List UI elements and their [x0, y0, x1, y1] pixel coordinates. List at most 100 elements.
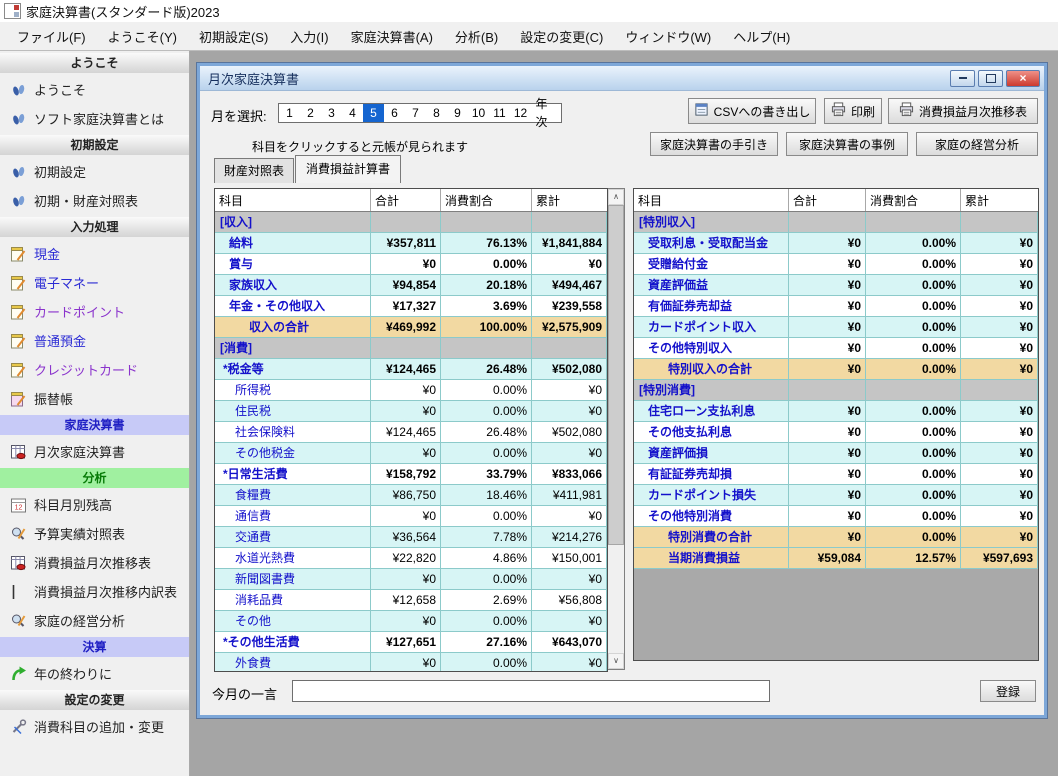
table-row[interactable]: 交通費¥36,5647.78%¥214,276	[215, 527, 607, 548]
table-row[interactable]: 住宅ローン支払利息¥00.00%¥0	[634, 401, 1038, 422]
table-row[interactable]: その他支払利息¥00.00%¥0	[634, 422, 1038, 443]
table-row[interactable]: 賞与¥00.00%¥0	[215, 254, 607, 275]
table-row[interactable]: その他特別収入¥00.00%¥0	[634, 338, 1038, 359]
table-row[interactable]: 水道光熱費¥22,8204.86%¥150,001	[215, 548, 607, 569]
sidebar: ようこそようこそソフト家庭決算書とは初期設定初期設定初期・財産対照表入力処理現金…	[0, 51, 190, 776]
menu-item-3[interactable]: 入力(I)	[279, 22, 339, 51]
table-row[interactable]: *日常生活費¥158,79233.79%¥833,066	[215, 464, 607, 485]
table-row[interactable]: 新聞図書費¥00.00%¥0	[215, 569, 607, 590]
scroll-down-icon[interactable]: ∨	[608, 653, 624, 669]
table-row[interactable]: 有証証券売却損¥00.00%¥0	[634, 464, 1038, 485]
sidebar-item-4[interactable]: 初期設定	[0, 157, 189, 186]
guide-button[interactable]: 家庭決算書の手引き	[650, 132, 778, 156]
sidebar-item-1[interactable]: ようこそ	[0, 75, 189, 104]
table-row[interactable]: 家族収入¥94,85420.18%¥494,467	[215, 275, 607, 296]
menu-item-2[interactable]: 初期設定(S)	[188, 22, 279, 51]
register-button[interactable]: 登録	[980, 680, 1036, 702]
table-row[interactable]: 住民税¥00.00%¥0	[215, 401, 607, 422]
menu-item-8[interactable]: ヘルプ(H)	[722, 22, 801, 51]
sidebar-item-19[interactable]: 消費損益月次推移内訳表	[0, 577, 189, 606]
monthly-trend-button[interactable]: 消費損益月次推移表	[888, 98, 1038, 124]
scrollbar-track[interactable]	[608, 205, 624, 653]
table-row[interactable]: 通信費¥00.00%¥0	[215, 506, 607, 527]
sidebar-item-24[interactable]: 消費科目の追加・変更	[0, 712, 189, 741]
table-row[interactable]: カードポイント収入¥00.00%¥0	[634, 317, 1038, 338]
sidebar-item-9[interactable]: カードポイント	[0, 297, 189, 326]
maximize-button[interactable]	[978, 70, 1003, 87]
sidebar-item-7[interactable]: 現金	[0, 239, 189, 268]
minimize-button[interactable]	[950, 70, 975, 87]
menu-item-1[interactable]: ようこそ(Y)	[97, 22, 188, 51]
table-row[interactable]: *税金等¥124,46526.48%¥502,080	[215, 359, 607, 380]
month-option-12[interactable]: 12	[510, 104, 531, 122]
special-income-expense-table-wrap: 科目合計消費割合累計[特別収入]受取利息・受取配当金¥00.00%¥0受贈給付金…	[633, 188, 1039, 659]
print-button[interactable]: 印刷	[824, 98, 882, 124]
table-row[interactable]: *その他生活費¥127,65127.16%¥643,070	[215, 632, 607, 653]
sidebar-item-14[interactable]: 月次家庭決算書	[0, 437, 189, 466]
sidebar-item-2[interactable]: ソフト家庭決算書とは	[0, 104, 189, 133]
row-value: 7.78%	[441, 527, 532, 548]
sidebar-item-5[interactable]: 初期・財産対照表	[0, 186, 189, 215]
month-option-10[interactable]: 10	[468, 104, 489, 122]
table-row[interactable]: 資産評価益¥00.00%¥0	[634, 275, 1038, 296]
month-option-5[interactable]: 5	[363, 104, 384, 122]
scroll-up-icon[interactable]: ∧	[608, 189, 624, 205]
table-row[interactable]: 社会保険料¥124,46526.48%¥502,080	[215, 422, 607, 443]
scrollbar-thumb[interactable]	[608, 205, 624, 545]
month-option-7[interactable]: 7	[405, 104, 426, 122]
sidebar-item-10[interactable]: 普通預金	[0, 326, 189, 355]
row-value: ¥150,001	[532, 548, 607, 569]
table-row[interactable]: カードポイント損失¥00.00%¥0	[634, 485, 1038, 506]
month-option-1[interactable]: 1	[279, 104, 300, 122]
table-row[interactable]: その他税金¥00.00%¥0	[215, 443, 607, 464]
table-row[interactable]: 年金・その他収入¥17,3273.69%¥239,558	[215, 296, 607, 317]
menu-item-4[interactable]: 家庭決算書(A)	[340, 22, 444, 51]
csv-export-button[interactable]: CSVへの書き出し	[688, 98, 816, 124]
left-table-scrollbar[interactable]: ∧ ∨	[608, 188, 625, 670]
table-row[interactable]: 受贈給付金¥00.00%¥0	[634, 254, 1038, 275]
sidebar-item-16[interactable]: 12科目月別残高	[0, 490, 189, 519]
month-option-8[interactable]: 8	[426, 104, 447, 122]
tab-1[interactable]: 消費損益計算書	[295, 155, 401, 183]
sidebar-item-22[interactable]: 年の終わりに	[0, 659, 189, 688]
close-button[interactable]: ×	[1006, 70, 1040, 87]
child-window-title-bar[interactable]: 月次家庭決算書 ×	[200, 66, 1044, 91]
row-value: ¥357,811	[371, 233, 441, 254]
column-header: 累計	[532, 189, 607, 211]
table-row[interactable]: 有価証券売却益¥00.00%¥0	[634, 296, 1038, 317]
menu-item-6[interactable]: 設定の変更(C)	[509, 22, 614, 51]
csv-icon	[694, 102, 709, 120]
menu-item-7[interactable]: ウィンドウ(W)	[614, 22, 722, 51]
analysis-button[interactable]: 家庭の経営分析	[916, 132, 1038, 156]
app-icon	[4, 3, 21, 19]
month-option-4[interactable]: 4	[342, 104, 363, 122]
table-row[interactable]: 所得税¥00.00%¥0	[215, 380, 607, 401]
month-option-11[interactable]: 11	[489, 104, 510, 122]
examples-button[interactable]: 家庭決算書の事例	[786, 132, 908, 156]
month-option-3[interactable]: 3	[321, 104, 342, 122]
menu-item-5[interactable]: 分析(B)	[444, 22, 509, 51]
month-option-年次[interactable]: 年次	[531, 95, 552, 131]
sidebar-item-11[interactable]: クレジットカード	[0, 355, 189, 384]
app-title-bar: 家庭決算書(スタンダード版)2023	[0, 0, 1058, 22]
table-row[interactable]: 給料¥357,81176.13%¥1,841,884	[215, 233, 607, 254]
sidebar-item-12[interactable]: 振替帳	[0, 384, 189, 413]
table-row[interactable]: 消耗品費¥12,6582.69%¥56,808	[215, 590, 607, 611]
month-option-6[interactable]: 6	[384, 104, 405, 122]
tab-0[interactable]: 財産対照表	[214, 158, 294, 183]
table-row[interactable]: その他特別消費¥00.00%¥0	[634, 506, 1038, 527]
table-row[interactable]: 食糧費¥86,75018.46%¥411,981	[215, 485, 607, 506]
month-option-2[interactable]: 2	[300, 104, 321, 122]
sidebar-item-8[interactable]: 電子マネー	[0, 268, 189, 297]
monthly-comment-input[interactable]	[292, 680, 770, 702]
table-row[interactable]: その他¥00.00%¥0	[215, 611, 607, 632]
menu-item-0[interactable]: ファイル(F)	[6, 22, 97, 51]
sidebar-item-18[interactable]: 消費損益月次推移表	[0, 548, 189, 577]
table-row[interactable]: 資産評価損¥00.00%¥0	[634, 443, 1038, 464]
sidebar-item-17[interactable]: 予算実績対照表	[0, 519, 189, 548]
row-value	[866, 212, 961, 233]
table-row[interactable]: 受取利息・受取配当金¥00.00%¥0	[634, 233, 1038, 254]
sidebar-item-20[interactable]: 家庭の経営分析	[0, 606, 189, 635]
month-option-9[interactable]: 9	[447, 104, 468, 122]
table-row[interactable]: 外食費¥00.00%¥0	[215, 653, 607, 672]
